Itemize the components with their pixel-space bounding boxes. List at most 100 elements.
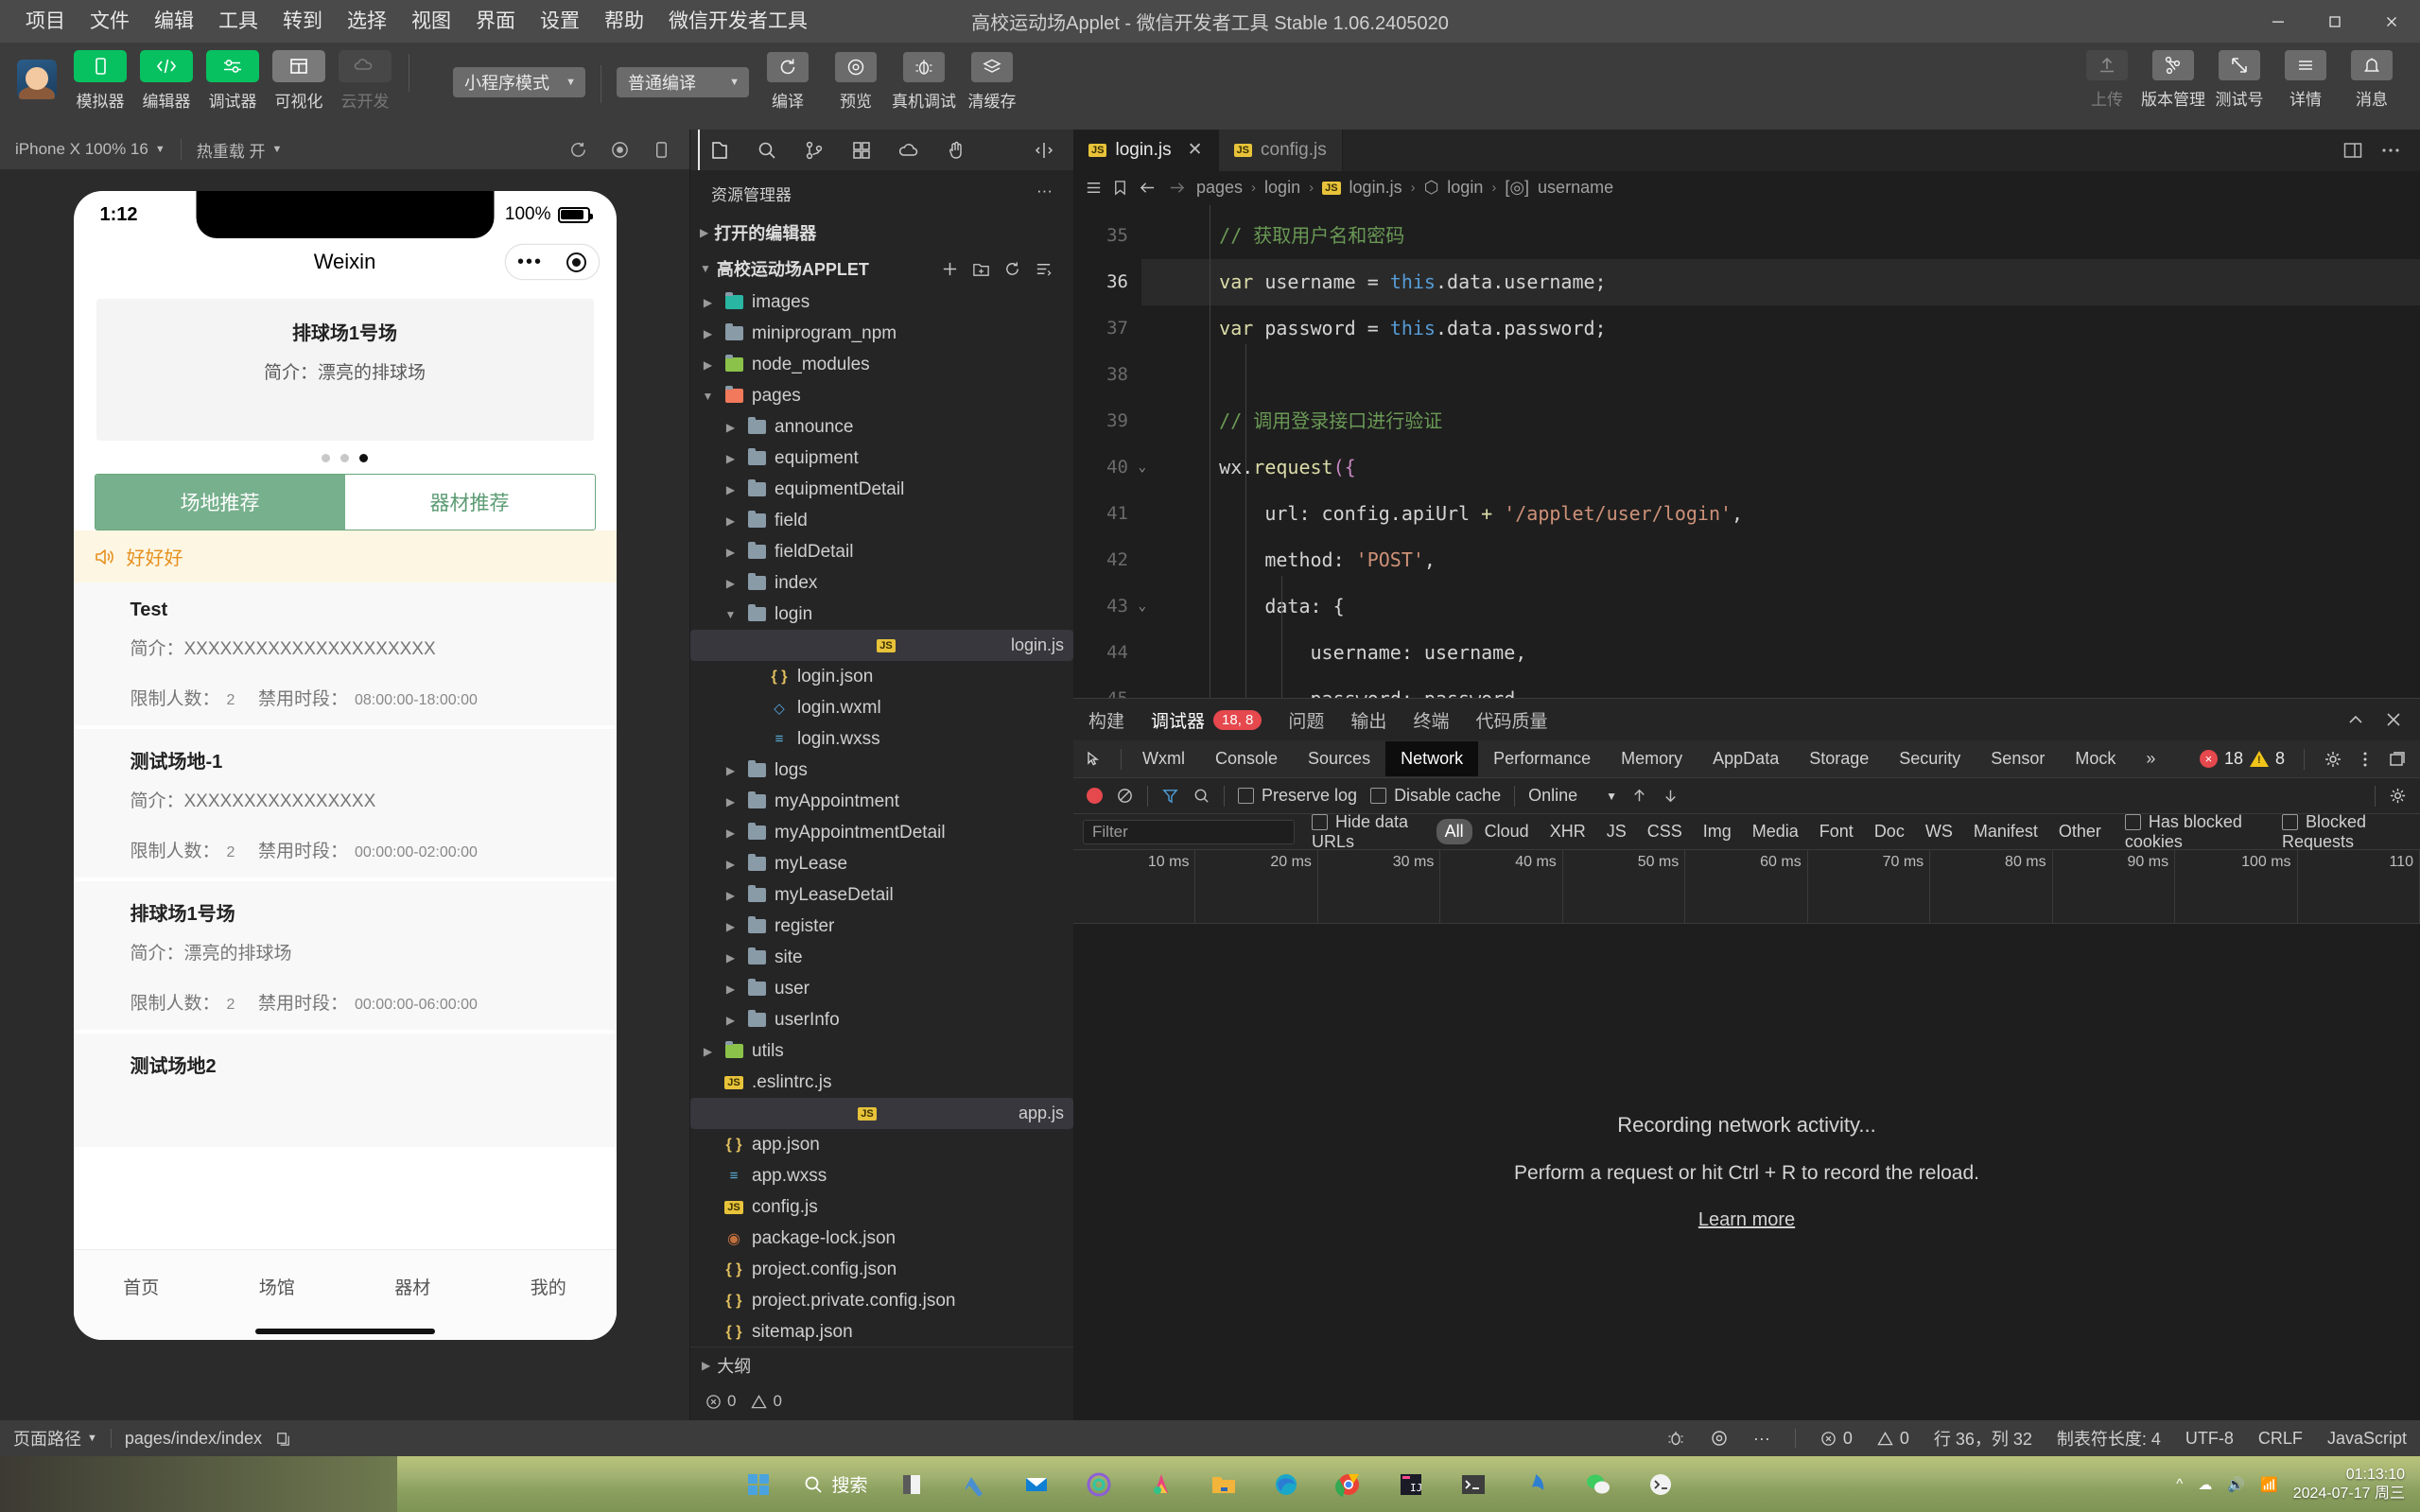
tree-item-field[interactable]: ▶ field <box>690 505 1073 536</box>
action-button-编译[interactable]: 编译 <box>758 52 817 112</box>
breadcrumb-item-2[interactable]: login.js <box>1349 178 1402 198</box>
vs-icon[interactable] <box>955 1466 993 1503</box>
status-more-icon[interactable]: ··· <box>1753 1429 1770 1449</box>
page-path-select[interactable]: 页面路径 ▼ <box>13 1426 97 1451</box>
mode-button-可视化[interactable]: 可视化 <box>270 50 327 112</box>
inspector-overflow[interactable]: » <box>2131 741 2170 776</box>
code-line-43[interactable]: data: { <box>1141 583 2420 630</box>
cloud-icon[interactable] <box>887 130 931 170</box>
tree-item-miniprogram_npm[interactable]: ▶ miniprogram_npm <box>690 318 1073 349</box>
start-icon[interactable] <box>740 1466 778 1503</box>
forward-arrow-icon[interactable] <box>1167 179 1187 197</box>
status-error-count[interactable]: 0 <box>1820 1429 1853 1449</box>
device-select[interactable]: iPhone X 100% 16 ▼ <box>0 130 181 169</box>
idea-icon[interactable]: IJ <box>1392 1466 1430 1503</box>
capsule-menu-icon[interactable]: ••• <box>517 252 543 271</box>
explorer-warning-count[interactable]: 0 <box>751 1392 782 1411</box>
tree-item-sitemap.json[interactable]: { } sitemap.json <box>690 1316 1073 1347</box>
tree-item-equipment[interactable]: ▶ equipment <box>690 443 1073 474</box>
tree-item-app.json[interactable]: { } app.json <box>690 1129 1073 1160</box>
menu-item-4[interactable]: 转到 <box>270 8 335 35</box>
wechat-capsule[interactable]: ••• <box>504 244 600 280</box>
venue-card[interactable]: 测试场地-1 简介：XXXXXXXXXXXXXXXX 限制人数： 2 禁用时段： 00:… <box>73 729 617 881</box>
devtools-tab-调试器[interactable]: 调试器 18, 8 <box>1149 698 1263 742</box>
gitkraken-icon[interactable] <box>1080 1466 1118 1503</box>
blocked-requests-checkbox[interactable]: Blocked Requests <box>2281 812 2411 852</box>
phone-tab-2[interactable]: 器材 <box>345 1274 481 1299</box>
export-har-icon[interactable] <box>1662 787 1680 805</box>
tree-item-node_modules[interactable]: ▶ node_modules <box>690 349 1073 380</box>
avatar[interactable] <box>17 60 57 99</box>
mail-icon[interactable] <box>1018 1466 1055 1503</box>
search-icon[interactable] <box>745 130 789 170</box>
tree-item-myAppointment[interactable]: ▶ myAppointment <box>690 786 1073 817</box>
chrome-icon[interactable] <box>1330 1466 1367 1503</box>
inspector-tab-Wxml[interactable]: Wxml <box>1127 741 1200 776</box>
right-action-上传[interactable]: 上传 <box>2078 50 2136 110</box>
tree-item-project.config.json[interactable]: { } project.config.json <box>690 1254 1073 1285</box>
source-control-icon[interactable] <box>792 130 836 170</box>
close-button[interactable] <box>2363 0 2420 43</box>
cursor-position[interactable]: 行 36，列 32 <box>1934 1426 2032 1451</box>
tree-item-register[interactable]: ▶ register <box>690 911 1073 942</box>
code-line-38[interactable] <box>1141 352 2420 398</box>
back-arrow-icon[interactable] <box>1138 179 1158 197</box>
tree-item-user[interactable]: ▶ user <box>690 973 1073 1004</box>
code-lines[interactable]: // 获取用户名和密码 var username = this.data.use… <box>1141 205 2420 698</box>
tree-item-fieldDetail[interactable]: ▶ fieldDetail <box>690 536 1073 567</box>
close-tab-icon[interactable]: ✕ <box>1188 139 1203 161</box>
code-editor[interactable]: 35 36 37 38 39 40⌄ 41 42 43⌄ 44 45 // 获取用户名和密码 var… <box>1073 205 2420 698</box>
clear-network-icon[interactable] <box>1116 787 1134 805</box>
right-action-测试号[interactable]: 测试号 <box>2210 50 2269 110</box>
tree-item-index[interactable]: ▶ index <box>690 567 1073 599</box>
editor-more-icon[interactable] <box>2380 140 2401 161</box>
search-network-icon[interactable] <box>1193 787 1210 805</box>
filter-type-Other[interactable]: Other <box>2050 819 2110 844</box>
swiper-dot-0[interactable] <box>322 454 330 462</box>
debug-bug-icon[interactable] <box>1666 1429 1685 1448</box>
inspector-tab-Sources[interactable]: Sources <box>1293 741 1385 776</box>
applet-mode-select[interactable]: 小程序模式 ▼ <box>453 66 585 97</box>
swiper-dot-1[interactable] <box>340 454 349 462</box>
code-line-37[interactable]: var password = this.data.password; <box>1141 305 2420 352</box>
venue-card[interactable]: 测试场地2 <box>73 1034 617 1151</box>
tree-item-login.json[interactable]: { } login.json <box>690 661 1073 692</box>
filter-type-WS[interactable]: WS <box>1917 819 1961 844</box>
settings-gear-icon[interactable] <box>2324 750 2342 769</box>
menu-item-1[interactable]: 文件 <box>78 8 142 35</box>
filter-type-Img[interactable]: Img <box>1695 819 1740 844</box>
segment-tab-0[interactable]: 场地推荐 <box>95 475 345 530</box>
split-editor-icon[interactable] <box>2342 140 2363 161</box>
outline-section[interactable]: ▶ 大纲 <box>690 1347 1073 1382</box>
menu-item-5[interactable]: 选择 <box>335 8 399 35</box>
maximize-button[interactable] <box>2307 0 2363 43</box>
inspector-tab-Performance[interactable]: Performance <box>1478 741 1606 776</box>
menu-item-10[interactable]: 微信开发者工具 <box>656 8 820 35</box>
wechat-icon[interactable] <box>1579 1466 1617 1503</box>
venue-card[interactable]: 排球场1号场 简介：漂亮的排球场 限制人数： 2 禁用时段： 00:00:00-06:0… <box>73 881 617 1034</box>
tray-volume-icon[interactable]: 🔊 <box>2227 1476 2245 1493</box>
action-button-真机调试[interactable]: 真机调试 <box>892 52 956 112</box>
tree-item-login.wxml[interactable]: ◇ login.wxml <box>690 692 1073 723</box>
mode-button-云开发[interactable]: 云开发 <box>337 50 393 112</box>
capsule-close-icon[interactable] <box>566 252 586 272</box>
filter-type-XHR[interactable]: XHR <box>1541 819 1594 844</box>
extensions-icon[interactable] <box>840 130 883 170</box>
hand-icon[interactable] <box>934 130 978 170</box>
notice-bar[interactable]: 好好好 <box>73 530 617 582</box>
terminal-icon[interactable] <box>1454 1466 1492 1503</box>
hot-reload-select[interactable]: 热重载 开 ▼ <box>182 130 298 169</box>
minimize-button[interactable] <box>2250 0 2307 43</box>
record-network-icon[interactable] <box>1087 788 1103 804</box>
devtools-tab-输出[interactable]: 输出 <box>1349 698 1388 742</box>
mode-button-调试器[interactable]: 调试器 <box>204 50 261 112</box>
throttling-select[interactable]: Online ▼ <box>1528 786 1617 806</box>
code-line-44[interactable]: username: username, <box>1141 630 2420 676</box>
tree-item-userInfo[interactable]: ▶ userInfo <box>690 1004 1073 1035</box>
code-line-41[interactable]: url: config.apiUrl + '/applet/user/login… <box>1141 491 2420 537</box>
menu-item-7[interactable]: 界面 <box>463 8 528 35</box>
tree-item-login.wxss[interactable]: ≡ login.wxss <box>690 723 1073 755</box>
split-icon[interactable] <box>1022 130 1066 170</box>
filter-type-Media[interactable]: Media <box>1744 819 1807 844</box>
dock-side-icon[interactable] <box>2388 750 2407 769</box>
